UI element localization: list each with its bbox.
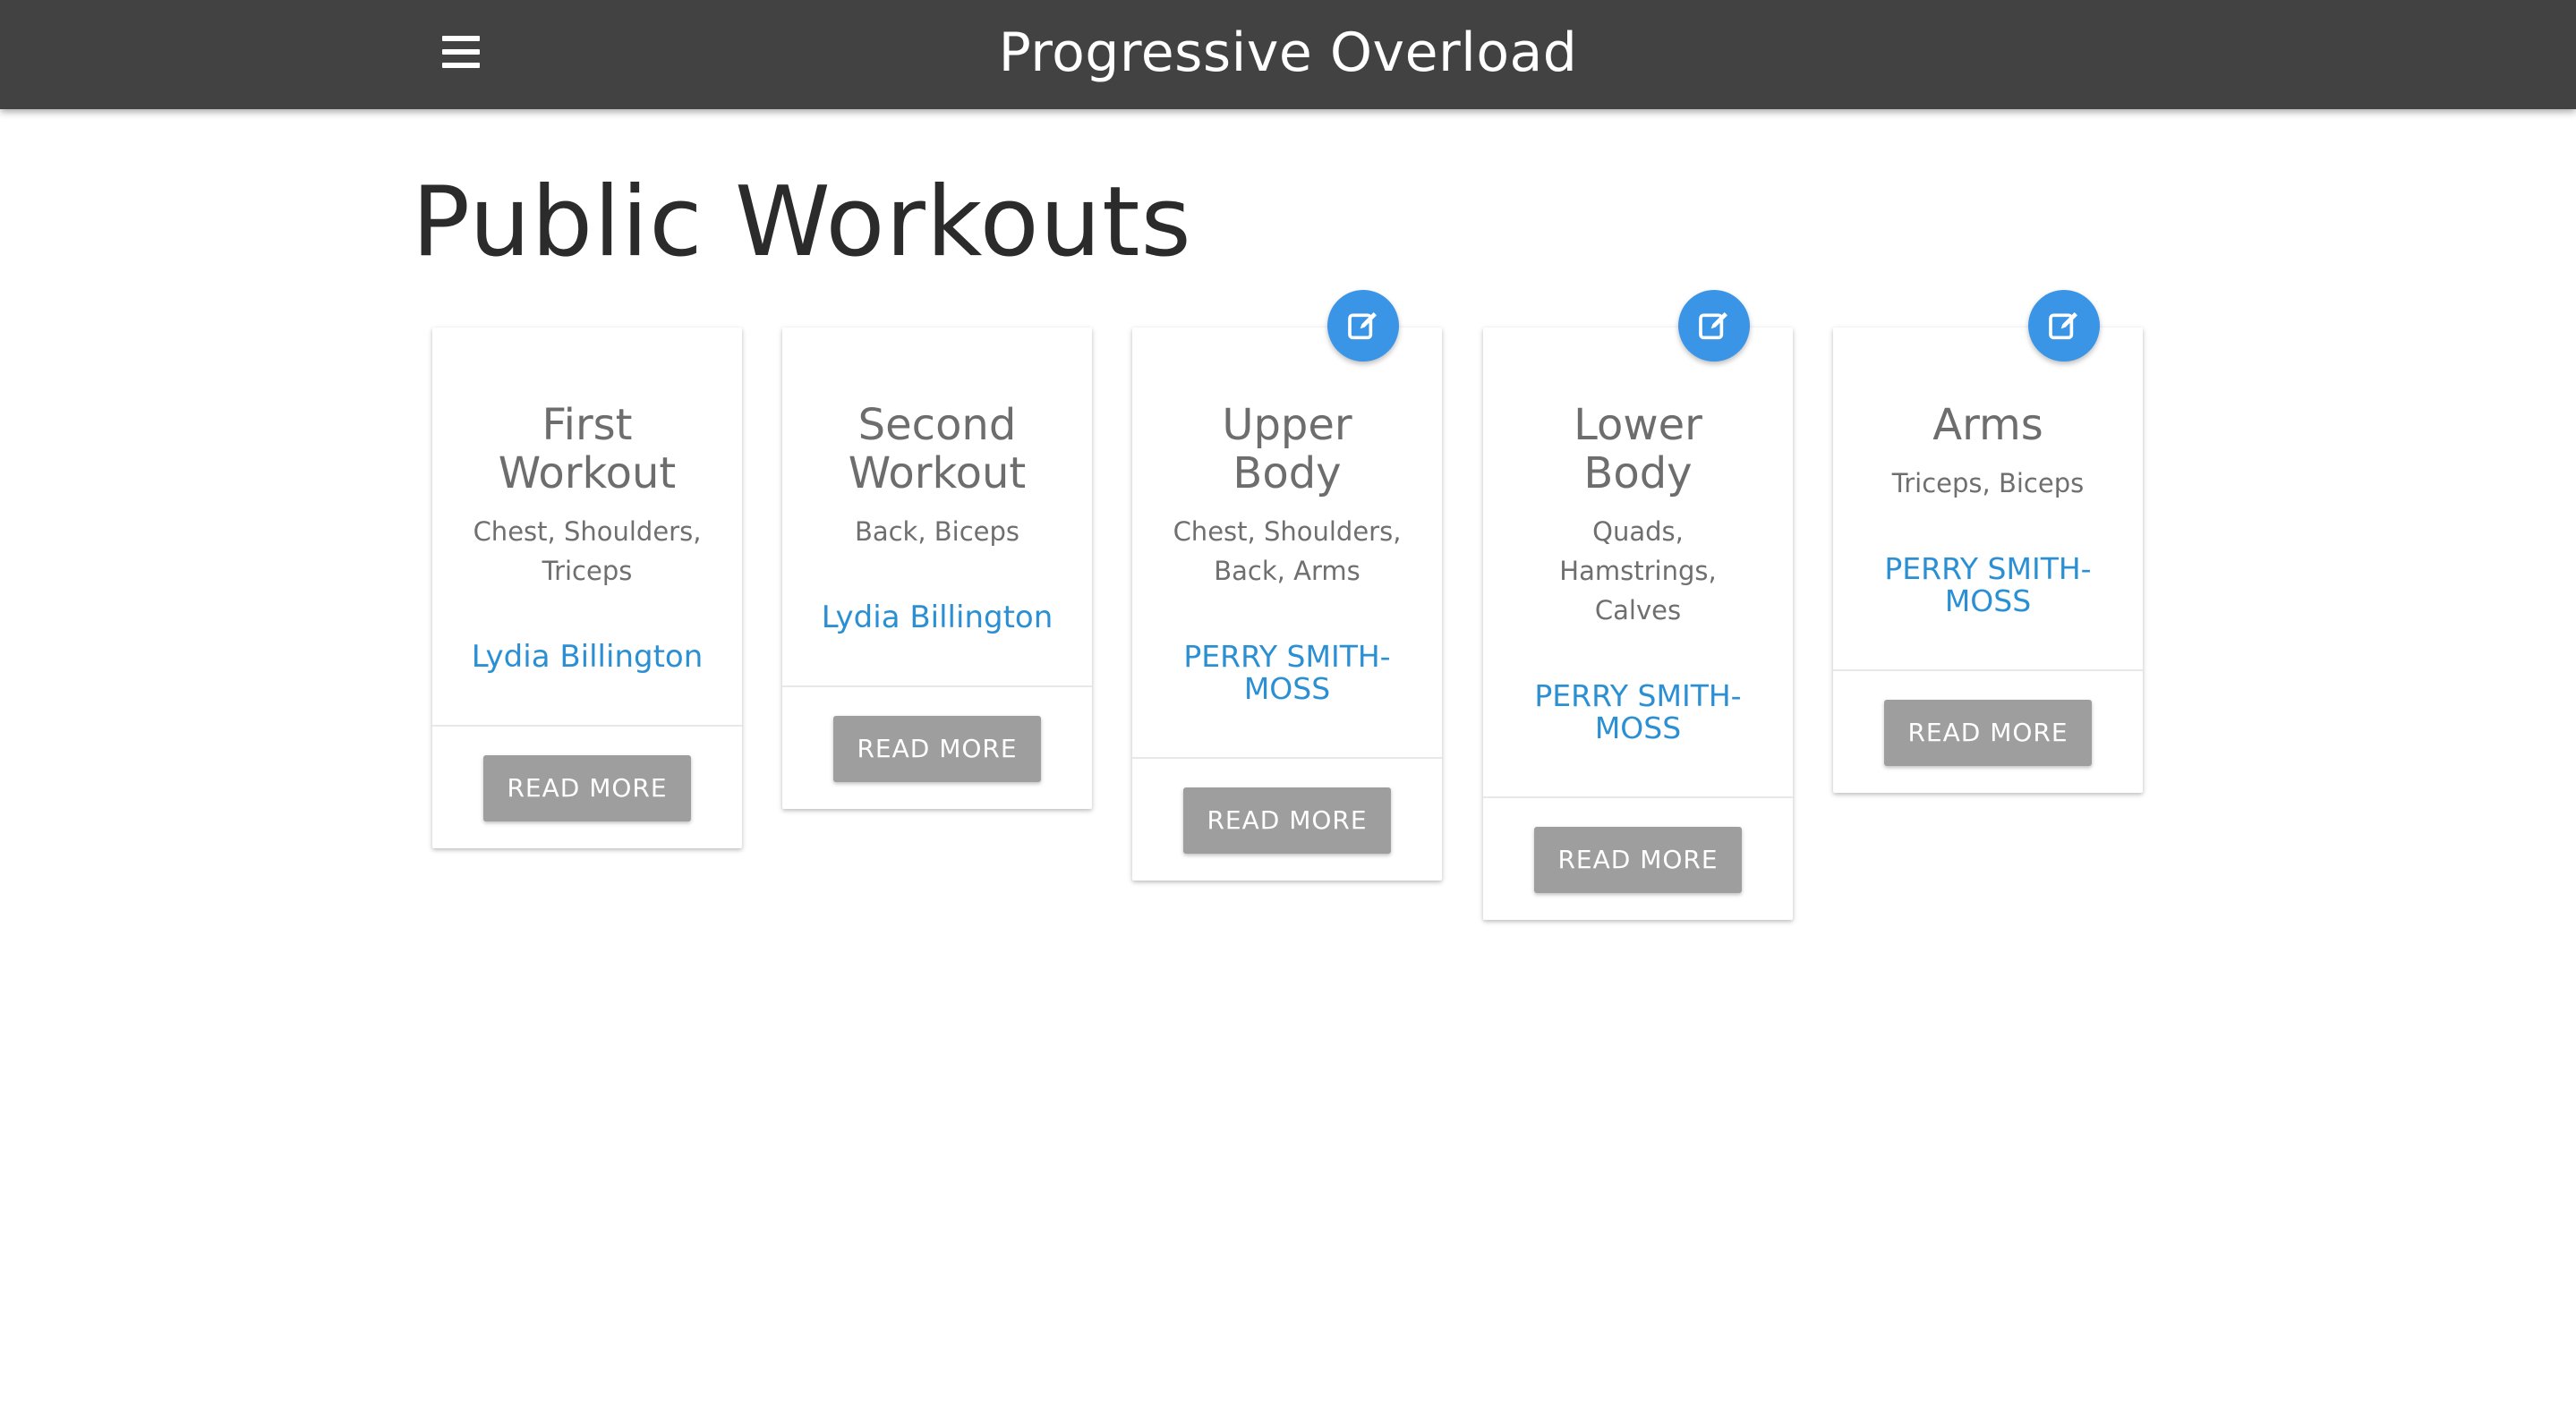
- read-more-button[interactable]: READ MORE: [1534, 827, 1742, 893]
- page-title: Public Workouts: [412, 166, 1192, 278]
- workout-card: Upper Body Chest, Shoulders, Back, Arms …: [1132, 290, 1442, 881]
- card-action-area: READ MORE: [432, 725, 742, 848]
- brand-title[interactable]: Progressive Overload: [0, 0, 2576, 109]
- workout-author-link[interactable]: PERRY SMITH-MOSS: [1503, 680, 1773, 796]
- read-more-button[interactable]: READ MORE: [833, 716, 1041, 782]
- edit-icon: [2049, 312, 2077, 340]
- workout-title: Second Workout: [848, 400, 1027, 498]
- workout-author-link[interactable]: Lydia Billington: [452, 641, 722, 725]
- card-action-area: READ MORE: [1132, 757, 1442, 881]
- read-more-button[interactable]: READ MORE: [1183, 787, 1391, 854]
- workout-card: Arms Triceps, Biceps PERRY SMITH-MOSS RE…: [1833, 290, 2143, 793]
- edit-icon: [1699, 312, 1727, 340]
- edit-workout-button[interactable]: [1327, 290, 1399, 362]
- workout-title: First Workout: [498, 400, 677, 498]
- card-action-area: READ MORE: [1483, 796, 1793, 920]
- workout-muscles: Quads, Hamstrings, Calves: [1559, 516, 1717, 625]
- workout-author-link[interactable]: Lydia Billington: [802, 601, 1072, 685]
- edit-icon: [1348, 312, 1377, 340]
- workout-muscles: Triceps, Biceps: [1891, 468, 2085, 498]
- workout-author-link[interactable]: PERRY SMITH-MOSS: [1152, 641, 1422, 757]
- workout-muscles: Chest, Shoulders, Back, Arms: [1173, 516, 1402, 586]
- workout-card: First Workout Chest, Shoulders, Triceps …: [432, 328, 742, 848]
- edit-workout-button[interactable]: [2028, 290, 2100, 362]
- card-action-area: READ MORE: [1833, 669, 2143, 793]
- workout-muscles: Chest, Shoulders, Triceps: [473, 516, 702, 586]
- read-more-button[interactable]: READ MORE: [483, 755, 691, 821]
- workout-muscles: Back, Biceps: [854, 516, 1020, 547]
- workout-author-link[interactable]: PERRY SMITH-MOSS: [1853, 553, 2123, 669]
- top-navbar: Progressive Overload: [0, 0, 2576, 109]
- read-more-button[interactable]: READ MORE: [1884, 700, 2092, 766]
- workout-card: Second Workout Back, Biceps Lydia Billin…: [782, 328, 1092, 809]
- edit-workout-button[interactable]: [1678, 290, 1750, 362]
- workout-card: Lower Body Quads, Hamstrings, Calves PER…: [1483, 290, 1793, 920]
- card-action-area: READ MORE: [782, 685, 1092, 809]
